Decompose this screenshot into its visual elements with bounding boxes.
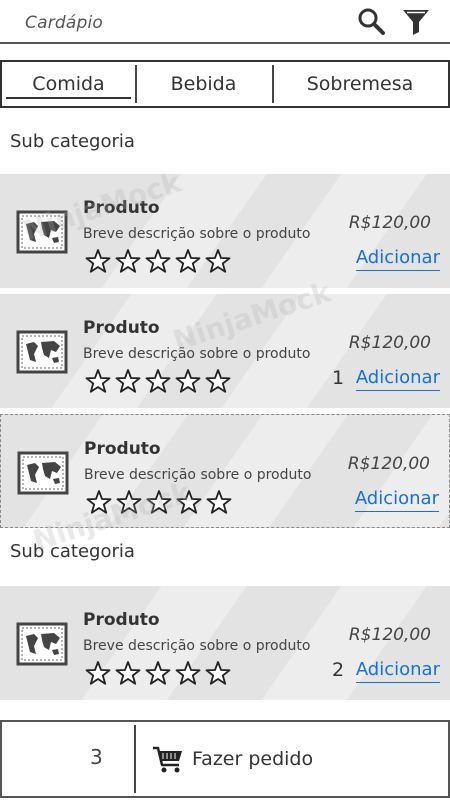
subcategory-heading: Sub categoria [10, 131, 135, 152]
product-quantity: 1 [331, 367, 345, 389]
product-card: Produto Breve descrição sobre o produto … [0, 174, 450, 288]
product-name: Produto [83, 318, 160, 338]
star-icon[interactable] [145, 248, 171, 274]
star-icon[interactable] [115, 248, 141, 274]
star-icon[interactable] [116, 489, 142, 515]
tab-bebida[interactable]: Bebida [135, 62, 272, 106]
product-price: R$120,00 [348, 213, 431, 233]
app-header: Cardápio [0, 0, 450, 44]
star-icon[interactable] [85, 660, 111, 686]
tab-comida[interactable]: Comida [2, 62, 135, 106]
add-button[interactable]: Adicionar [355, 658, 440, 683]
star-icon[interactable] [205, 660, 231, 686]
place-order-button[interactable]: Fazer pedido [152, 742, 313, 776]
star-icon[interactable] [146, 489, 172, 515]
product-card: Produto Breve descrição sobre o produto … [0, 414, 450, 528]
filter-icon[interactable] [400, 5, 432, 37]
subcategory-heading: Sub categoria [10, 541, 135, 562]
star-icon[interactable] [86, 489, 112, 515]
star-icon[interactable] [145, 660, 171, 686]
tab-label: Sobremesa [306, 73, 414, 95]
star-icon[interactable] [175, 660, 201, 686]
product-description: Breve descrição sobre o produto [83, 346, 311, 362]
product-price: R$120,00 [348, 625, 431, 645]
rating-stars [85, 660, 231, 686]
star-icon[interactable] [115, 660, 141, 686]
product-description: Breve descrição sobre o produto [83, 638, 311, 654]
rating-stars [86, 489, 232, 515]
product-image-icon [16, 330, 68, 374]
product-name: Produto [83, 610, 160, 630]
star-icon[interactable] [145, 368, 171, 394]
star-icon[interactable] [85, 368, 111, 394]
cart-count: 3 [90, 745, 103, 769]
product-image-icon [16, 622, 68, 666]
product-card: Produto Breve descrição sobre o produto … [0, 294, 450, 408]
star-icon[interactable] [175, 248, 201, 274]
app-screen: Cardápio Comida Bebida Sobremesa Sub cat… [0, 0, 450, 800]
star-icon[interactable] [205, 248, 231, 274]
add-button[interactable]: Adicionar [355, 366, 440, 391]
product-image-icon [16, 210, 68, 254]
product-description: Breve descrição sobre o produto [83, 226, 311, 242]
tab-label: Comida [32, 73, 105, 95]
star-icon[interactable] [205, 368, 231, 394]
star-icon[interactable] [85, 248, 111, 274]
tab-sobremesa[interactable]: Sobremesa [272, 62, 448, 106]
star-icon[interactable] [206, 489, 232, 515]
search-icon[interactable] [355, 5, 387, 37]
category-tabs: Comida Bebida Sobremesa [0, 60, 450, 108]
product-price: R$120,00 [348, 333, 431, 353]
product-card: Produto Breve descrição sobre o produto … [0, 586, 450, 700]
star-icon[interactable] [176, 489, 202, 515]
star-icon[interactable] [175, 368, 201, 394]
product-name: Produto [84, 439, 161, 459]
order-footer: 3 Fazer pedido [0, 720, 450, 798]
rating-stars [85, 368, 231, 394]
page-title: Cardápio [25, 13, 104, 33]
product-price: R$120,00 [347, 454, 430, 474]
order-label: Fazer pedido [192, 748, 314, 770]
add-button[interactable]: Adicionar [354, 487, 439, 512]
product-name: Produto [83, 198, 160, 218]
product-description: Breve descrição sobre o produto [84, 467, 312, 483]
shopping-cart-icon [152, 743, 184, 775]
tab-label: Bebida [170, 73, 237, 95]
add-button[interactable]: Adicionar [355, 246, 440, 271]
rating-stars [85, 248, 231, 274]
product-quantity: 2 [331, 659, 345, 681]
product-image-icon [17, 451, 69, 495]
footer-divider [134, 725, 136, 793]
star-icon[interactable] [115, 368, 141, 394]
